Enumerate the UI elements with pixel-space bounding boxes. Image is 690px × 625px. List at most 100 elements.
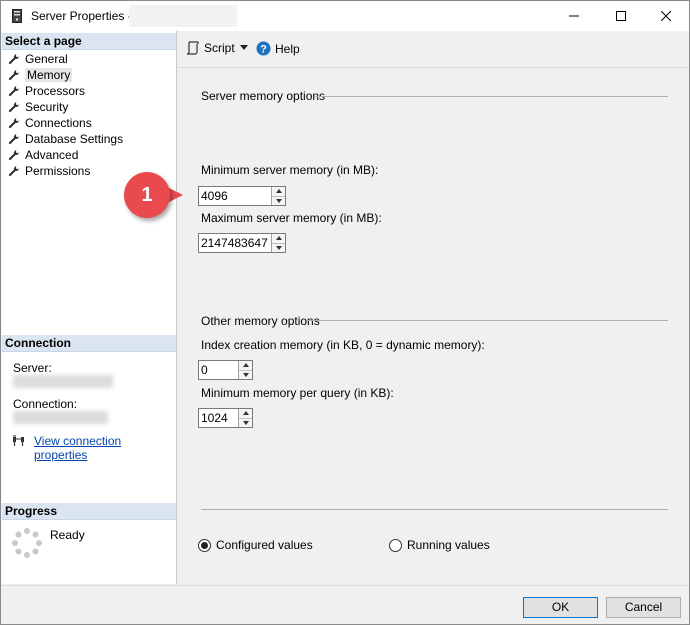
script-icon (186, 41, 199, 55)
page-item-advanced[interactable]: Advanced (8, 147, 123, 163)
title-bar: Server Properties - (1, 1, 689, 31)
maximize-button[interactable] (598, 1, 644, 31)
wrench-icon (8, 102, 19, 113)
page-item-label: Connections (25, 116, 92, 130)
arrow-up-icon (275, 236, 282, 241)
memory-page-content: Server memory options Minimum server mem… (178, 69, 689, 584)
spin-up-button[interactable] (239, 409, 252, 419)
script-button[interactable]: Script (186, 41, 235, 55)
redacted-server-name (129, 5, 237, 27)
page-item-processors[interactable]: Processors (8, 83, 123, 99)
spin-down-button[interactable] (272, 196, 285, 205)
wrench-icon (8, 118, 19, 129)
maximize-icon (616, 11, 626, 21)
wrench-icon (8, 70, 19, 81)
cancel-button[interactable]: Cancel (606, 597, 681, 618)
connection-header: Connection (2, 335, 176, 352)
select-page-header: Select a page (2, 33, 176, 50)
min-server-memory-stepper[interactable]: 4096 (198, 186, 286, 206)
max-server-memory-value[interactable]: 2147483647 (199, 234, 271, 252)
server-properties-dialog: Server Properties - Select a page Genera… (0, 0, 690, 625)
redacted-server-value (13, 375, 113, 388)
page-item-connections[interactable]: Connections (8, 115, 123, 131)
wrench-icon (8, 166, 19, 177)
dialog-footer: OK Cancel (1, 585, 689, 624)
arrow-down-icon (242, 420, 249, 425)
close-button[interactable] (643, 1, 689, 31)
group-divider (315, 96, 668, 97)
redacted-connection-value (13, 411, 108, 424)
min-memory-per-query-stepper[interactable]: 1024 (198, 408, 253, 428)
spin-up-button[interactable] (239, 361, 252, 371)
page-item-label: Permissions (25, 164, 91, 178)
minimize-button[interactable] (551, 1, 597, 31)
script-label: Script (204, 41, 235, 55)
svg-text:?: ? (260, 44, 267, 56)
callout-badge: 1 (124, 172, 170, 218)
progress-spinner-icon (12, 528, 42, 558)
arrow-up-icon (242, 363, 249, 368)
page-item-general[interactable]: General (8, 51, 123, 67)
server-label: Server: (13, 361, 52, 375)
min-memory-per-query-label: Minimum memory per query (in KB): (201, 386, 394, 400)
spin-up-button[interactable] (272, 187, 285, 197)
page-item-label: Memory (25, 68, 73, 82)
configured-values-label: Configured values (216, 538, 313, 552)
minimize-icon (569, 15, 579, 17)
help-icon: ? (256, 41, 271, 56)
min-server-memory-value[interactable]: 4096 (199, 187, 271, 205)
view-connection-properties-link[interactable]: View connection properties (34, 434, 176, 462)
running-values-label: Running values (407, 538, 490, 552)
page-item-security[interactable]: Security (8, 99, 123, 115)
help-button[interactable]: ? Help (256, 41, 300, 56)
running-values-radio[interactable]: Running values (389, 538, 490, 552)
page-item-memory[interactable]: Memory (8, 67, 123, 83)
wrench-icon (8, 54, 19, 65)
connection-properties-icon (13, 435, 24, 446)
arrow-up-icon (275, 189, 282, 194)
progress-status: Ready (50, 528, 85, 542)
spin-down-button[interactable] (272, 243, 285, 252)
ok-button[interactable]: OK (523, 597, 598, 618)
window-title: Server Properties - (31, 9, 132, 23)
help-label: Help (275, 41, 300, 56)
arrow-down-icon (242, 372, 249, 377)
page-item-label: Processors (25, 84, 86, 98)
page-item-label: Database Settings (25, 132, 124, 146)
page-item-label: Advanced (25, 148, 79, 162)
toolbar: Script ? Help (178, 31, 689, 68)
spin-down-button[interactable] (239, 370, 252, 379)
connection-label: Connection: (13, 397, 78, 411)
configured-values-radio[interactable]: Configured values (198, 538, 313, 552)
group-divider (307, 320, 668, 321)
max-server-memory-label: Maximum server memory (in MB): (201, 211, 382, 225)
spin-up-button[interactable] (272, 234, 285, 244)
arrow-down-icon (275, 198, 282, 203)
index-creation-memory-stepper[interactable]: 0 (198, 360, 253, 380)
min-server-memory-label: Minimum server memory (in MB): (201, 163, 379, 177)
left-panel: Select a page General Memory Processors … (2, 31, 177, 584)
script-dropdown-icon[interactable] (240, 45, 248, 51)
wrench-icon (8, 150, 19, 161)
radio-selected-dot (201, 541, 208, 549)
close-icon (661, 11, 671, 21)
progress-header: Progress (2, 503, 176, 520)
radio-circle[interactable] (198, 538, 211, 552)
page-item-database-settings[interactable]: Database Settings (8, 131, 123, 147)
page-item-permissions[interactable]: Permissions (8, 163, 123, 179)
arrow-down-icon (275, 245, 282, 250)
index-creation-memory-value[interactable]: 0 (199, 361, 238, 379)
other-memory-group-title: Other memory options (201, 314, 320, 328)
server-memory-group-title: Server memory options (201, 89, 326, 103)
radio-circle[interactable] (389, 538, 402, 552)
page-item-label: General (25, 52, 68, 66)
page-item-label: Security (25, 100, 69, 114)
server-app-icon (12, 9, 22, 23)
page-list: General Memory Processors Security Conne… (8, 51, 123, 179)
spin-down-button[interactable] (239, 418, 252, 427)
index-creation-memory-label: Index creation memory (in KB, 0 = dynami… (201, 338, 485, 352)
radio-divider (201, 509, 668, 510)
max-server-memory-stepper[interactable]: 2147483647 (198, 233, 286, 253)
wrench-icon (8, 134, 19, 145)
min-memory-per-query-value[interactable]: 1024 (199, 409, 238, 427)
